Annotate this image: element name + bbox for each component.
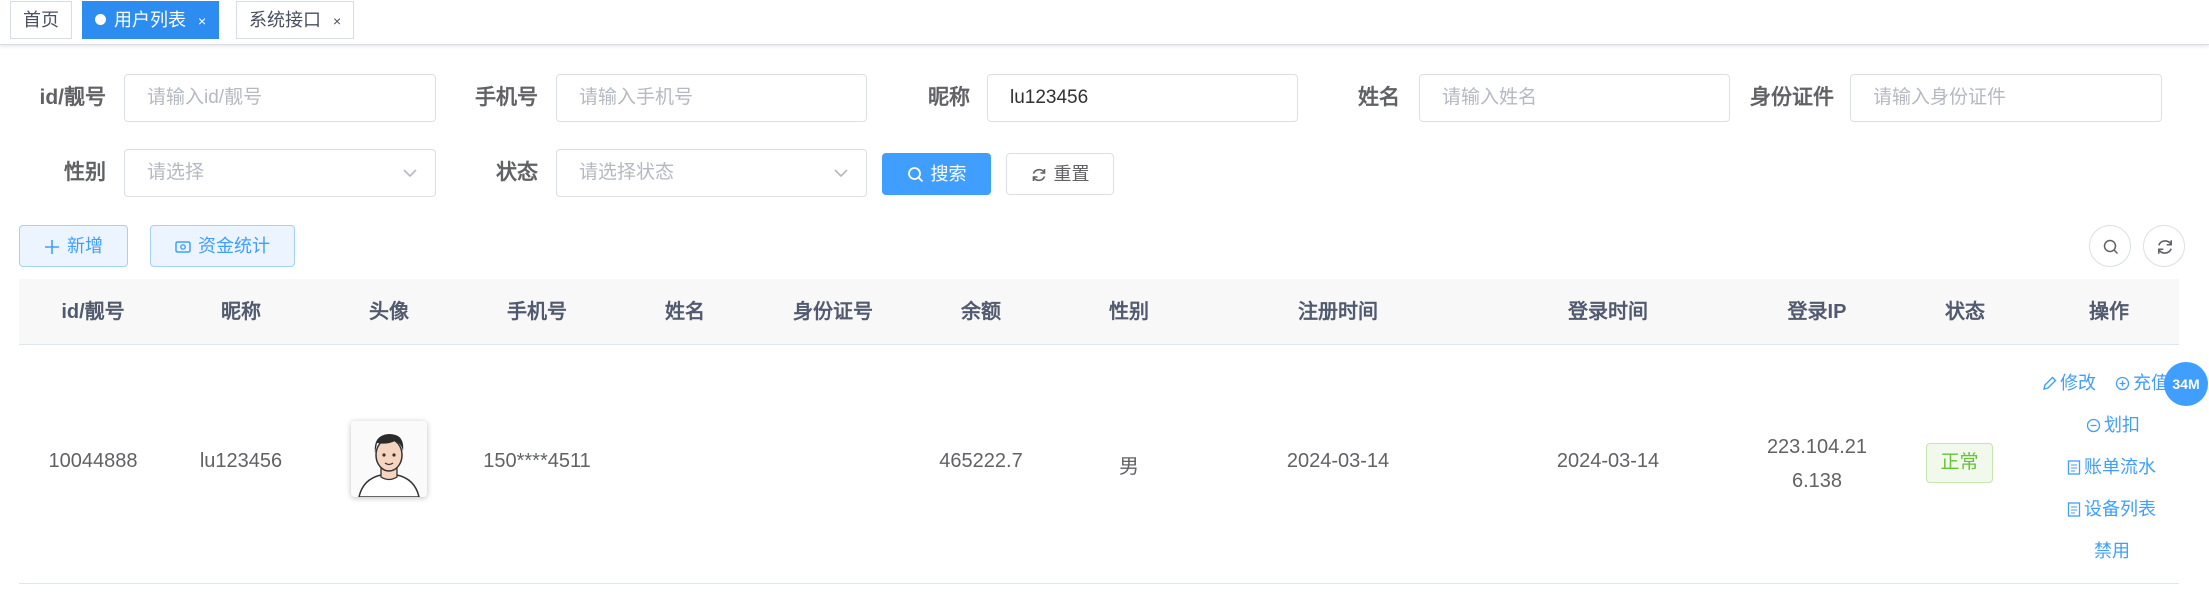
document-icon: [2067, 502, 2081, 517]
tab-label: 首页: [23, 10, 59, 30]
cell-login-ip-line1: 223.104.21: [1766, 436, 1868, 458]
toggle-search-button[interactable]: [2089, 225, 2131, 267]
search-button[interactable]: 搜索: [882, 153, 991, 195]
column-header-balance: 余额: [961, 301, 1001, 323]
money-icon: [175, 241, 191, 253]
gender-select[interactable]: 请选择: [124, 149, 436, 197]
plus-circle-icon: [2115, 376, 2130, 391]
tab-label: 系统接口: [249, 10, 321, 30]
name-label: 姓名: [1358, 86, 1400, 109]
device-list-link-label: 设备列表: [2084, 499, 2156, 519]
edit-link-label: 修改: [2060, 373, 2096, 393]
column-header-gender: 性别: [1109, 301, 1149, 323]
cell-nickname: lu123456: [199, 450, 283, 472]
status-badge: 正常: [1926, 443, 1993, 483]
disable-link-label: 禁用: [2094, 541, 2130, 561]
search-icon: [2103, 239, 2119, 255]
search-icon: [907, 167, 923, 183]
memory-usage-badge[interactable]: 34M: [2164, 362, 2208, 406]
cell-register-time: 2024-03-14: [1286, 450, 1390, 472]
minus-circle-icon: [2086, 418, 2101, 433]
disable-link[interactable]: 禁用: [2094, 537, 2130, 563]
column-header-status: 状态: [1945, 301, 1985, 323]
column-header-avatar: 头像: [369, 301, 409, 323]
deduct-link[interactable]: 划扣: [2086, 411, 2140, 437]
active-dot-icon: [95, 14, 106, 25]
refresh-table-button[interactable]: [2143, 225, 2185, 267]
refresh-icon: [2158, 240, 2172, 254]
cell-id: 10044888: [48, 450, 138, 472]
avatar-illustration: [351, 421, 427, 497]
bill-flow-link[interactable]: 账单流水: [2067, 453, 2156, 479]
tab-home[interactable]: 首页: [10, 1, 72, 39]
cell-login-ip-line2: 6.138: [1791, 470, 1843, 492]
search-button-label: 搜索: [930, 164, 967, 184]
idcard-input[interactable]: 请输入身份证件: [1850, 74, 2162, 122]
status-select-placeholder: 请选择状态: [579, 162, 675, 183]
tab-label: 用户列表: [114, 10, 186, 30]
row-divider: [19, 583, 2179, 584]
nickname-input[interactable]: lu123456: [987, 74, 1298, 122]
reset-button-label: 重置: [1053, 164, 1090, 184]
cell-login-time: 2024-03-14: [1556, 450, 1660, 472]
cell-balance: 465222.7: [939, 450, 1023, 472]
refresh-icon: [1032, 168, 1045, 182]
plus-icon: [45, 240, 59, 254]
cell-gender: 男: [1119, 456, 1139, 478]
tags-view-bar: 首页 用户列表 × 系统接口 ×: [0, 0, 2209, 45]
edit-link[interactable]: 修改: [2042, 369, 2096, 395]
phone-input[interactable]: 请输入手机号: [556, 74, 867, 122]
close-icon[interactable]: ×: [333, 13, 341, 29]
column-header-name: 姓名: [665, 301, 705, 323]
fund-stats-button[interactable]: 资金统计: [150, 225, 295, 267]
id-label: id/靓号: [39, 86, 107, 109]
bill-flow-link-label: 账单流水: [2084, 457, 2156, 477]
column-header-idcard: 身份证号: [793, 301, 873, 323]
device-list-link[interactable]: 设备列表: [2067, 495, 2156, 521]
gender-select-placeholder: 请选择: [147, 162, 205, 183]
avatar: [351, 421, 427, 497]
nickname-label: 昵称: [928, 86, 970, 109]
column-header-actions: 操作: [2089, 301, 2129, 323]
chevron-down-icon: [834, 169, 848, 178]
document-icon: [2067, 460, 2081, 475]
table-header: id/靓号 昵称 头像 手机号 姓名 身份证号 余额 性别 注册时间 登录时间 …: [19, 279, 2179, 345]
idcard-label: 身份证件: [1750, 86, 1834, 109]
gender-label: 性别: [64, 161, 106, 184]
name-input[interactable]: 请输入姓名: [1419, 74, 1730, 122]
id-input[interactable]: 请输入id/靓号: [124, 74, 436, 122]
tab-system-api[interactable]: 系统接口 ×: [236, 1, 355, 39]
edit-icon: [2043, 376, 2057, 390]
status-select[interactable]: 请选择状态: [556, 149, 867, 197]
deduct-link-label: 划扣: [2104, 415, 2140, 435]
status-label: 状态: [496, 161, 538, 184]
phone-label: 手机号: [475, 86, 538, 109]
close-icon[interactable]: ×: [198, 13, 206, 29]
reset-button[interactable]: 重置: [1006, 153, 1114, 195]
column-header-register-time: 注册时间: [1298, 301, 1378, 323]
column-header-login-time: 登录时间: [1568, 301, 1648, 323]
column-header-phone: 手机号: [507, 301, 567, 323]
column-header-id: id/靓号: [61, 301, 125, 323]
recharge-link[interactable]: 充值: [2115, 369, 2169, 395]
column-header-login-ip: 登录IP: [1787, 301, 1847, 323]
cell-phone: 150****4511: [483, 450, 591, 472]
add-button-label: 新增: [67, 236, 103, 256]
chevron-down-icon: [403, 169, 417, 178]
add-button[interactable]: 新增: [19, 225, 128, 267]
tab-user-list[interactable]: 用户列表 ×: [82, 1, 220, 39]
column-header-nickname: 昵称: [221, 301, 261, 323]
fund-stats-button-label: 资金统计: [198, 236, 270, 256]
